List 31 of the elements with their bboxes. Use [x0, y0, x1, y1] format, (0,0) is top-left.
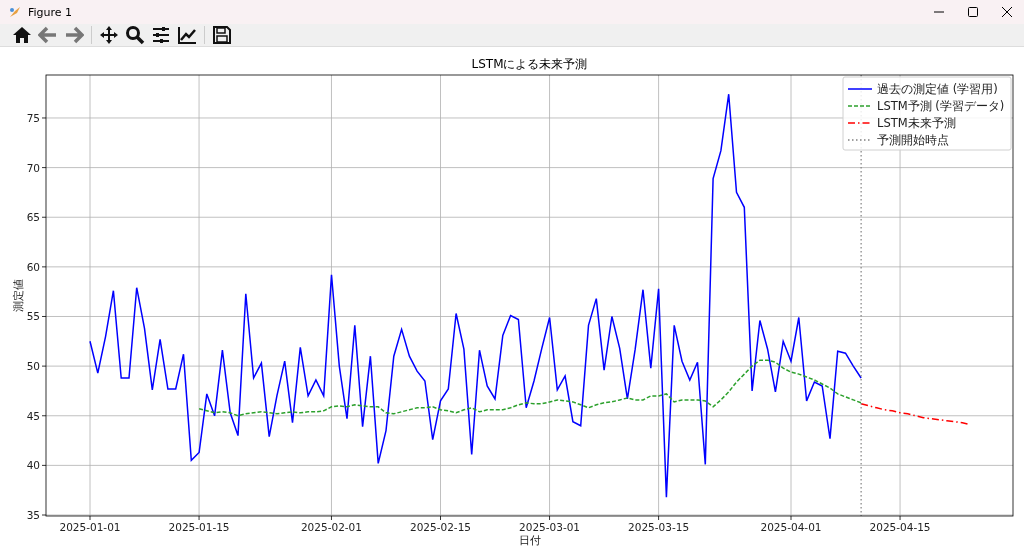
- x-tick-label: 2025-04-01: [760, 521, 822, 533]
- y-tick-label: 65: [26, 211, 40, 224]
- legend-label: LSTM未来予測: [877, 116, 956, 130]
- y-tick-label: 45: [26, 409, 40, 422]
- save-button[interactable]: [210, 24, 234, 46]
- y-tick-label: 50: [26, 360, 40, 373]
- y-tick-label: 35: [26, 509, 40, 521]
- y-tick-label: 70: [26, 161, 40, 174]
- zoom-button[interactable]: [123, 24, 147, 46]
- window-title: Figure 1: [28, 5, 73, 19]
- y-tick-label: 55: [26, 310, 40, 323]
- maximize-icon: [968, 7, 978, 17]
- legend-label: LSTM予測 (学習データ): [877, 99, 1005, 113]
- feather-icon: [8, 5, 22, 19]
- x-tick-label: 2025-03-01: [519, 521, 581, 533]
- x-tick-label: 2025-03-15: [628, 521, 690, 533]
- legend-label: 過去の測定値 (学習用): [877, 82, 998, 96]
- line-chart-button[interactable]: [175, 24, 199, 46]
- y-tick-label: 40: [26, 459, 40, 472]
- x-tick-label: 2025-01-15: [168, 521, 230, 533]
- x-tick-label: 2025-02-15: [410, 521, 472, 533]
- y-tick-label: 60: [26, 260, 40, 273]
- x-tick-label: 2025-02-01: [300, 521, 362, 533]
- chart-title: LSTMによる未来予測: [471, 57, 588, 71]
- y-axis-label: 測定値: [12, 279, 24, 312]
- close-icon: [1002, 7, 1012, 17]
- y-tick-label: 75: [26, 112, 40, 124]
- legend-label: 予測開始時点: [877, 133, 949, 147]
- x-tick-label: 2025-01-01: [59, 521, 121, 533]
- x-axis-label: 日付: [518, 534, 541, 546]
- x-tick-label: 2025-04-15: [869, 521, 931, 533]
